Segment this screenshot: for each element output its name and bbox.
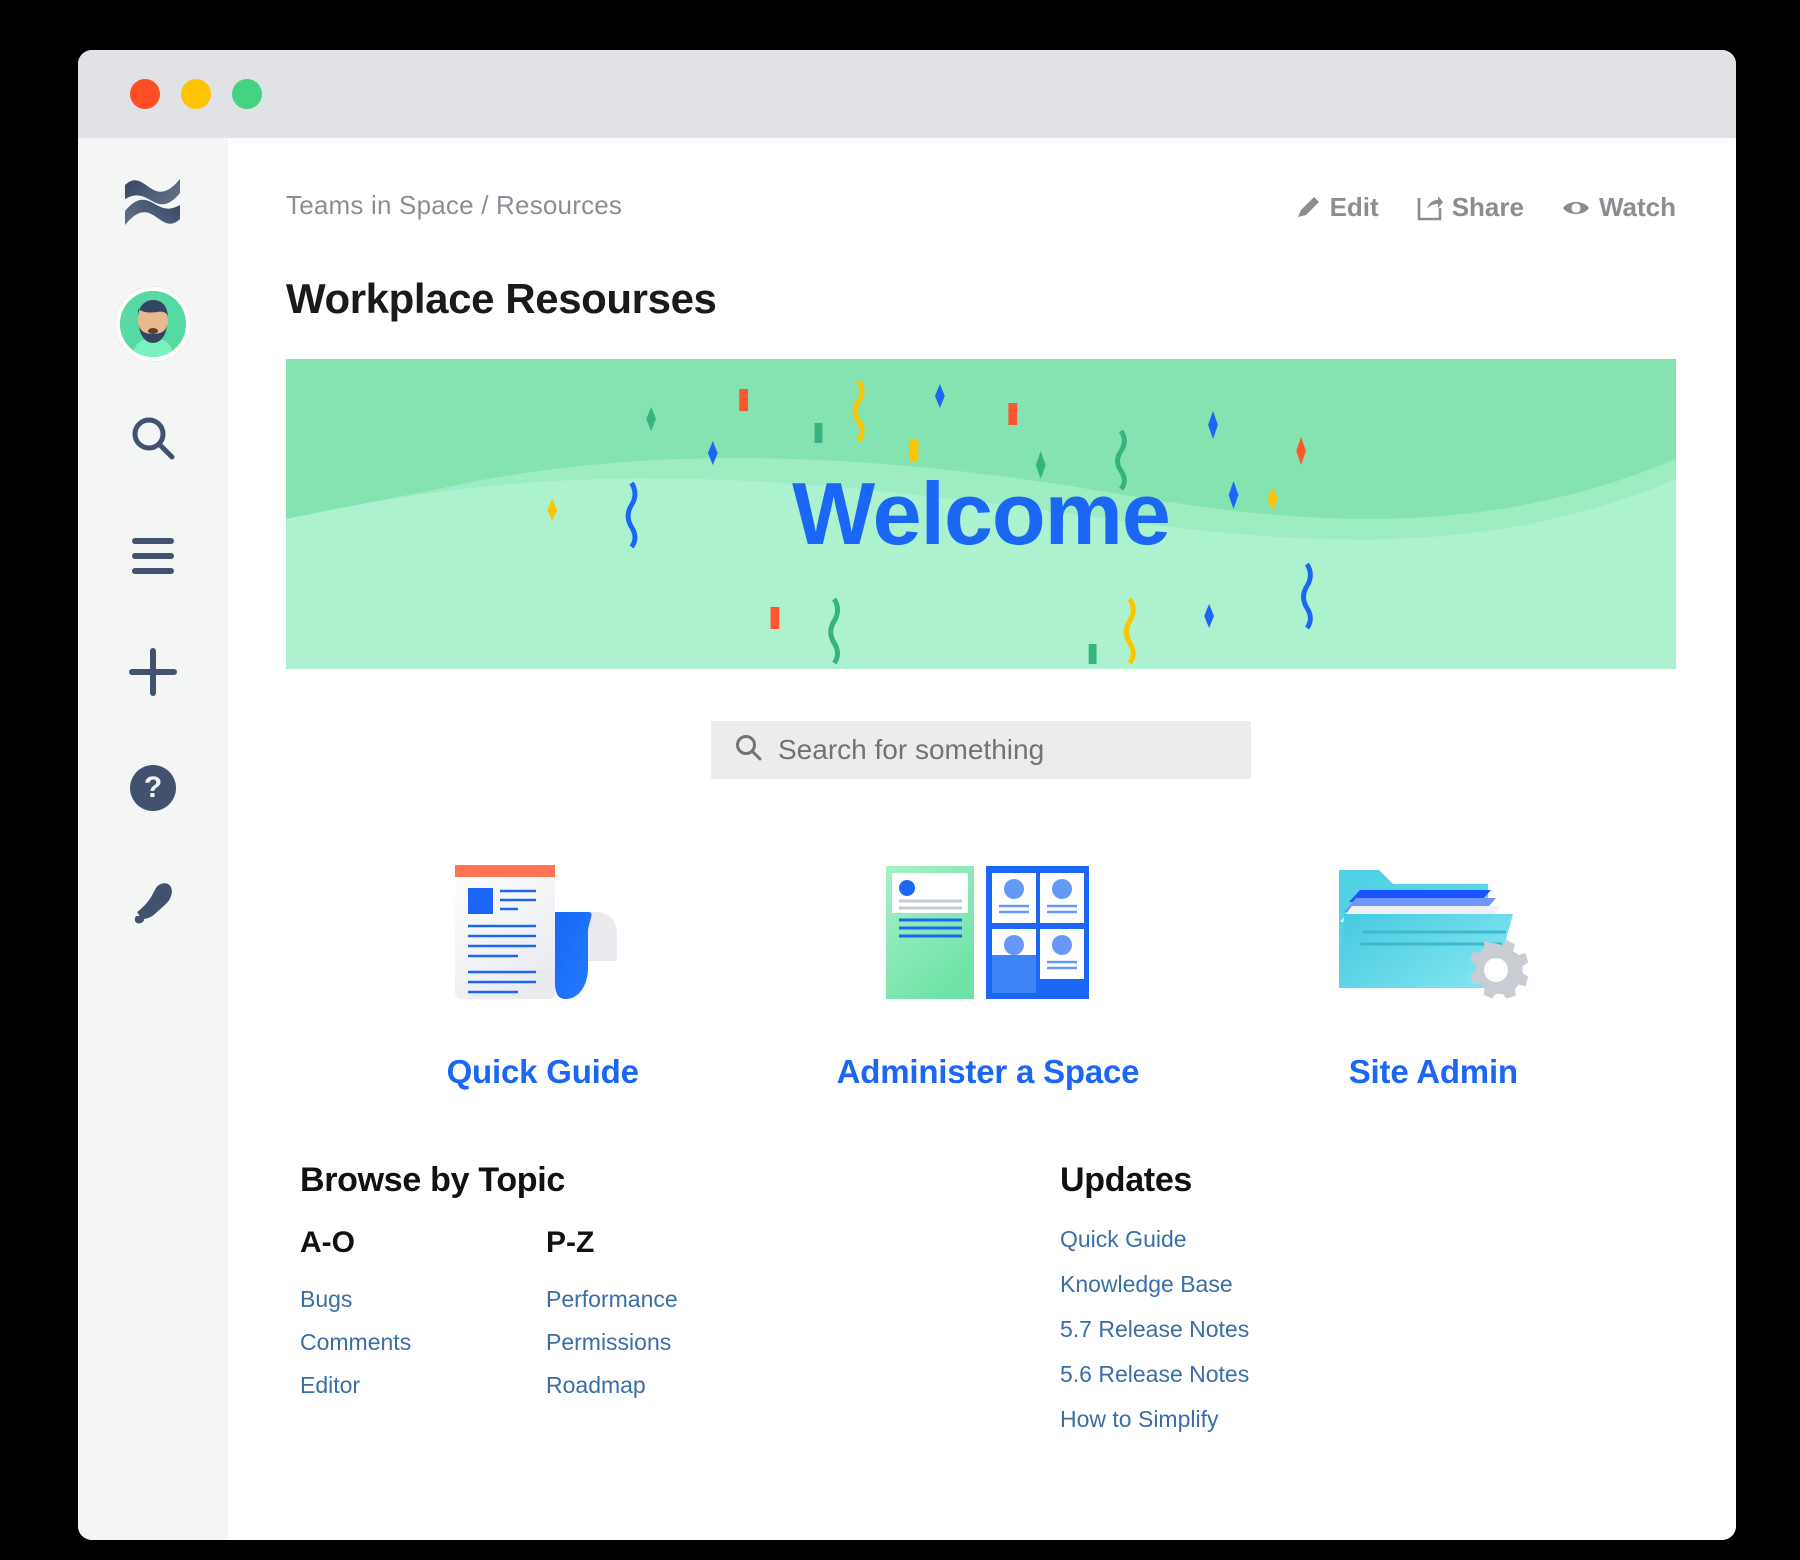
list-item[interactable]: Quick Guide — [1060, 1226, 1676, 1253]
list-item[interactable]: Performance — [546, 1286, 792, 1313]
list-item[interactable]: Comments — [300, 1329, 546, 1356]
confluence-logo-icon — [122, 173, 184, 236]
folder-gear-icon — [1336, 841, 1531, 1021]
sidebar-item-create[interactable] — [113, 632, 193, 712]
sidebar-item-help[interactable]: ? — [113, 748, 193, 828]
feature-quick-guide[interactable]: Quick Guide — [320, 841, 765, 1091]
window-minimize-button[interactable] — [181, 79, 211, 109]
content-topbar: Teams in Space / Resources Edit — [286, 190, 1676, 223]
search-icon — [735, 734, 762, 766]
feature-label[interactable]: Administer a Space — [837, 1053, 1140, 1091]
sidebar-item-notifications[interactable] — [113, 864, 193, 944]
edit-label: Edit — [1330, 192, 1379, 223]
share-label: Share — [1452, 192, 1524, 223]
updates-section: Updates Quick Guide Knowledge Base 5.7 R… — [1060, 1161, 1676, 1451]
document-article-icon — [436, 841, 649, 1021]
browse-heading: Browse by Topic — [300, 1161, 1060, 1200]
page-title: Workplace Resourses — [286, 275, 1676, 323]
welcome-banner: Welcome — [286, 359, 1676, 669]
browse-column-p-z: P-Z Performance Permissions Roadmap — [546, 1226, 792, 1415]
share-button[interactable]: Share — [1417, 192, 1524, 223]
edit-button[interactable]: Edit — [1295, 192, 1379, 223]
list-item[interactable]: Permissions — [546, 1329, 792, 1356]
sidebar-item-search[interactable] — [113, 400, 193, 480]
window-titlebar — [78, 50, 1736, 138]
browse-column-a-o: A-O Bugs Comments Editor — [300, 1226, 546, 1415]
breadcrumb[interactable]: Teams in Space / Resources — [286, 190, 622, 221]
eye-icon — [1562, 198, 1590, 218]
column-heading: P-Z — [546, 1226, 792, 1260]
search-input[interactable]: Search for something — [778, 734, 1044, 766]
search-section: Search for something — [286, 721, 1676, 779]
feature-administer-a-space[interactable]: Administer a Space — [765, 841, 1210, 1091]
space-layout-icon — [886, 841, 1089, 1021]
list-item[interactable]: Knowledge Base — [1060, 1271, 1676, 1298]
updates-heading: Updates — [1060, 1161, 1676, 1200]
banner-title: Welcome — [286, 463, 1676, 565]
feature-links: Quick Guide — [286, 841, 1676, 1091]
app-window: ? Teams in Space / Resources — [78, 50, 1736, 1540]
sidebar-item-user-avatar[interactable] — [113, 284, 193, 364]
pencil-icon — [1295, 195, 1321, 221]
window-maximize-button[interactable] — [232, 79, 262, 109]
sidebar-item-menu[interactable] — [113, 516, 193, 596]
plus-icon — [129, 648, 177, 696]
watch-label: Watch — [1599, 192, 1676, 223]
page-actions: Edit Share — [1295, 190, 1676, 223]
avatar — [116, 287, 190, 361]
window-close-button[interactable] — [130, 79, 160, 109]
sidebar-item-confluence-logo[interactable] — [113, 164, 193, 244]
bell-icon — [129, 878, 177, 931]
feature-label[interactable]: Quick Guide — [447, 1053, 639, 1091]
list-item[interactable]: Bugs — [300, 1286, 546, 1313]
question-mark-icon: ? — [130, 765, 176, 811]
search-icon — [130, 415, 176, 466]
main-content: Teams in Space / Resources Edit — [228, 138, 1736, 1540]
list-item[interactable]: 5.7 Release Notes — [1060, 1316, 1676, 1343]
share-icon — [1417, 195, 1443, 221]
list-item[interactable]: How to Simplify — [1060, 1406, 1676, 1433]
hamburger-menu-icon — [132, 538, 174, 574]
list-item[interactable]: 5.6 Release Notes — [1060, 1361, 1676, 1388]
feature-site-admin[interactable]: Site Admin — [1211, 841, 1656, 1091]
search-box[interactable]: Search for something — [711, 721, 1251, 779]
browse-by-topic-section: Browse by Topic A-O Bugs Comments Editor… — [300, 1161, 1060, 1451]
list-item[interactable]: Editor — [300, 1372, 546, 1399]
list-item[interactable]: Roadmap — [546, 1372, 792, 1399]
column-heading: A-O — [300, 1226, 546, 1260]
avatar-icon — [120, 291, 186, 357]
left-sidebar: ? — [78, 138, 228, 1540]
lower-sections: Browse by Topic A-O Bugs Comments Editor… — [286, 1161, 1676, 1451]
watch-button[interactable]: Watch — [1562, 192, 1676, 223]
feature-label[interactable]: Site Admin — [1349, 1053, 1518, 1091]
